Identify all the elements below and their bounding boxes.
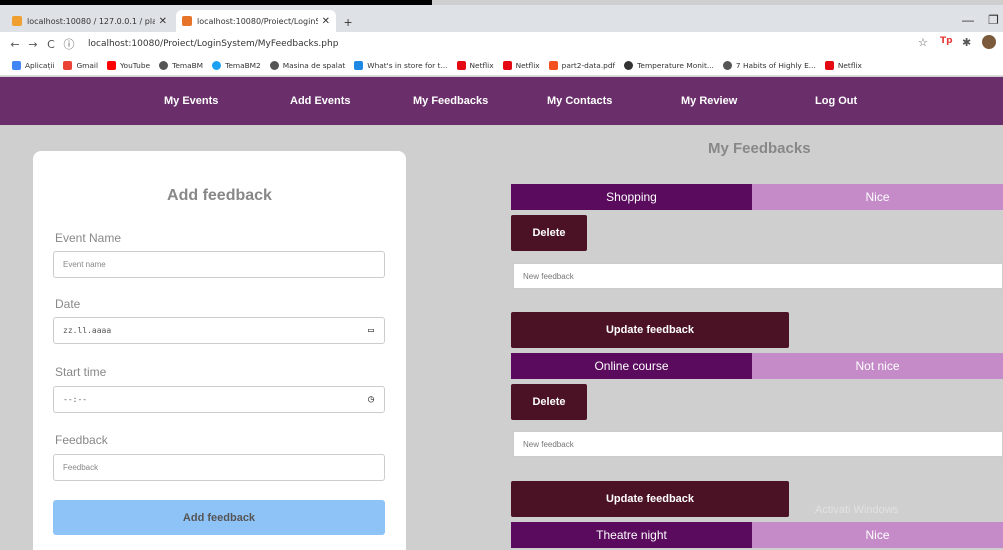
bookmark-temabm2[interactable]: TemaBM2: [212, 61, 261, 70]
apps-icon: [12, 61, 21, 70]
globe-icon: [269, 61, 279, 70]
netflix-icon: [824, 61, 834, 70]
bookmark-youtube[interactable]: YouTube: [107, 61, 150, 70]
feedback-value-cell: Nice: [752, 184, 1003, 210]
feedback-event-cell: Shopping: [511, 184, 752, 210]
delete-button[interactable]: Delete: [511, 215, 587, 251]
nav-add-events[interactable]: Add Events: [290, 95, 351, 107]
new-feedback-input[interactable]: New feedback: [513, 263, 1003, 289]
clock-icon[interactable]: ◷: [368, 394, 374, 405]
bookmark-icon: [354, 61, 364, 70]
add-feedback-card: Add feedback Event Name Event name Date …: [33, 151, 406, 550]
update-feedback-button[interactable]: Update feedback: [511, 481, 789, 517]
feedback-label: Feedback: [55, 433, 108, 447]
my-feedbacks-title: My Feedbacks: [708, 140, 811, 157]
feedback-input[interactable]: Feedback: [53, 454, 385, 481]
feedback-value-cell: Nice: [752, 522, 1003, 548]
avatar[interactable]: [982, 35, 996, 49]
nav-my-contacts[interactable]: My Contacts: [547, 95, 612, 107]
nav-my-review[interactable]: My Review: [681, 95, 737, 107]
feedback-event-cell: Online course: [511, 353, 752, 379]
event-name-label: Event Name: [55, 231, 122, 245]
feedback-value-cell: Not nice: [752, 353, 1003, 379]
browser-tabbar: localhost:10080 / 127.0.0.1 / plan ✕ loc…: [0, 5, 1003, 32]
url-text[interactable]: localhost:10080/Proiect/LoginSystem/MyFe…: [88, 39, 338, 49]
start-time-input[interactable]: --:-- ◷: [53, 386, 385, 413]
extension-icon[interactable]: Tp: [940, 36, 953, 46]
restore-icon[interactable]: ❐: [988, 13, 999, 27]
puzzle-icon[interactable]: ✱: [962, 36, 971, 49]
star-icon[interactable]: ☆: [918, 36, 928, 49]
nav-my-events[interactable]: My Events: [164, 95, 218, 107]
bookmark-netflix-1[interactable]: Netflix: [456, 61, 494, 70]
globe-icon: [159, 61, 169, 70]
calendar-icon[interactable]: ▭: [368, 325, 374, 336]
update-feedback-button[interactable]: Update feedback: [511, 312, 789, 348]
date-input[interactable]: zz.ll.aaaa ▭: [53, 317, 385, 344]
netflix-icon: [456, 61, 466, 70]
gmail-icon: [63, 61, 73, 70]
delete-button[interactable]: Delete: [511, 384, 587, 420]
page-favicon-icon: [182, 16, 192, 26]
feedback-row: Theatre night Nice: [511, 522, 1003, 548]
netflix-icon: [502, 61, 512, 70]
bookmark-netflix-3[interactable]: Netflix: [824, 61, 862, 70]
date-label: Date: [55, 297, 81, 311]
reload-icon[interactable]: C: [42, 38, 60, 51]
forward-icon[interactable]: →: [24, 38, 42, 51]
bookmark-apps[interactable]: Aplicații: [12, 61, 54, 70]
new-feedback-input[interactable]: New feedback: [513, 431, 1003, 457]
bookmark-gmail[interactable]: Gmail: [63, 61, 98, 70]
youtube-icon: [107, 61, 117, 70]
bookmark-temabm[interactable]: TemaBM: [159, 61, 203, 70]
form-title: Add feedback: [167, 187, 272, 204]
bookmark-netflix-2[interactable]: Netflix: [502, 61, 540, 70]
bookmark-7-habits[interactable]: 7 Habits of Highly E...: [722, 61, 816, 70]
feedback-row: Shopping Nice: [511, 184, 1003, 210]
pdf-icon: [548, 61, 558, 70]
globe-icon: [722, 61, 732, 70]
close-tab-icon[interactable]: ✕: [159, 16, 167, 27]
feedback-event-cell: Theatre night: [511, 522, 752, 548]
event-name-input[interactable]: Event name: [53, 251, 385, 278]
nav-log-out[interactable]: Log Out: [815, 95, 857, 107]
monitor-icon: [624, 61, 634, 70]
add-feedback-button[interactable]: Add feedback: [53, 500, 385, 535]
close-tab-icon[interactable]: ✕: [322, 16, 330, 27]
minimize-icon[interactable]: —: [962, 13, 974, 27]
browser-tab-phpmyadmin[interactable]: localhost:10080 / 127.0.0.1 / plan ✕: [6, 10, 173, 32]
phpmyadmin-icon: [12, 16, 22, 26]
bird-icon: [212, 61, 222, 70]
windows-activation-watermark: Activati Windows: [815, 504, 899, 516]
new-tab-icon[interactable]: +: [344, 14, 352, 30]
feedback-row: Online course Not nice: [511, 353, 1003, 379]
browser-tab-feedbacks[interactable]: localhost:10080/Proiect/LoginSys ✕: [176, 10, 336, 32]
info-icon[interactable]: ⓘ: [60, 36, 78, 52]
bookmarks-bar: Aplicații Gmail YouTube TemaBM TemaBM2 M…: [0, 56, 1003, 76]
bookmark-temperature[interactable]: Temperature Monit...: [624, 61, 714, 70]
start-time-label: Start time: [55, 365, 107, 379]
browser-addressbar: ← → C ⓘ localhost:10080/Proiect/LoginSys…: [0, 32, 1003, 56]
back-icon[interactable]: ←: [6, 38, 24, 51]
bookmark-masina[interactable]: Masina de spalat: [269, 61, 345, 70]
bookmark-part2-data[interactable]: part2-data.pdf: [548, 61, 615, 70]
bookmark-whats-in-store[interactable]: What's in store for t...: [354, 61, 448, 70]
nav-my-feedbacks[interactable]: My Feedbacks: [413, 95, 488, 107]
site-navbar: My Events Add Events My Feedbacks My Con…: [0, 77, 1003, 125]
